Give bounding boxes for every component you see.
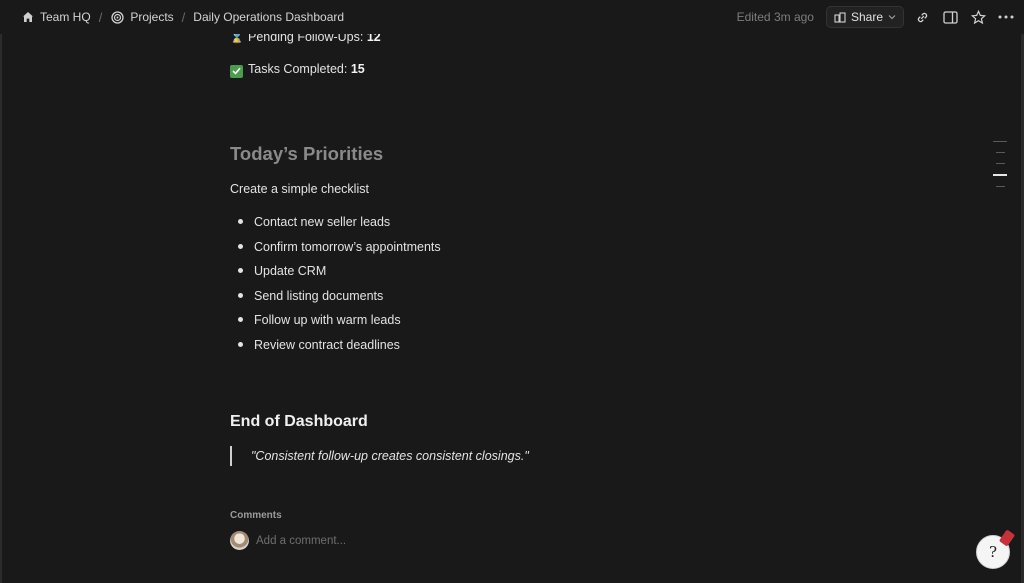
end-heading: End of Dashboard bbox=[230, 413, 368, 430]
breadcrumb-item-team-hq[interactable]: Team HQ bbox=[16, 7, 95, 28]
breadcrumb-item-projects[interactable]: Projects bbox=[106, 7, 177, 28]
pencil-badge-icon bbox=[998, 529, 1016, 547]
top-bar-actions: Edited 3m ago Share bbox=[737, 6, 1024, 28]
breadcrumb-label: Projects bbox=[130, 10, 174, 24]
sidebar-panel-icon[interactable] bbox=[940, 7, 960, 27]
toc-tick-active[interactable] bbox=[993, 174, 1007, 176]
help-icon: ? bbox=[988, 543, 998, 561]
share-button[interactable]: Share bbox=[825, 6, 904, 28]
chevron-down-icon bbox=[888, 14, 896, 20]
priorities-intro: Create a simple checklist bbox=[230, 182, 369, 196]
list-item: Contact new seller leads bbox=[230, 213, 441, 238]
breadcrumb-label: Team HQ bbox=[40, 10, 91, 24]
breadcrumb-separator: / bbox=[181, 9, 186, 25]
comment-row: Add a comment... bbox=[230, 531, 346, 550]
share-icon bbox=[834, 11, 846, 23]
star-icon[interactable] bbox=[968, 7, 988, 27]
avatar bbox=[230, 531, 249, 550]
breadcrumb-label: Daily Operations Dashboard bbox=[193, 10, 345, 24]
toc-tick[interactable] bbox=[993, 141, 1007, 142]
list-item: Send listing documents bbox=[230, 287, 441, 312]
completed-label: Tasks Completed: bbox=[248, 62, 348, 76]
toc-tick[interactable] bbox=[996, 186, 1005, 187]
left-edge bbox=[0, 0, 2, 583]
link-icon[interactable] bbox=[912, 7, 932, 27]
check-mark-icon bbox=[230, 64, 243, 78]
top-bar: Team HQ / Projects / Daily Operations Da… bbox=[0, 0, 1024, 34]
comment-input[interactable]: Add a comment... bbox=[256, 535, 346, 547]
target-icon bbox=[110, 10, 125, 25]
toc-tick[interactable] bbox=[996, 163, 1005, 164]
completed-value: 15 bbox=[350, 62, 365, 76]
tasks-completed-line: Tasks Completed: 15 bbox=[230, 62, 365, 78]
share-label: Share bbox=[850, 10, 883, 24]
priorities-heading: Today’s Priorities bbox=[230, 143, 384, 164]
breadcrumb-separator: / bbox=[98, 9, 103, 25]
priorities-list: Contact new seller leads Confirm tomorro… bbox=[230, 213, 441, 360]
list-item: Confirm tomorrow’s appointments bbox=[230, 238, 441, 263]
home-icon bbox=[20, 10, 35, 25]
help-button[interactable]: ? bbox=[976, 529, 1016, 569]
comments-label: Comments bbox=[230, 510, 282, 521]
list-item: Follow up with warm leads bbox=[230, 311, 441, 336]
toc-tick[interactable] bbox=[996, 152, 1005, 153]
app-window: Team HQ / Projects / Daily Operations Da… bbox=[0, 0, 1024, 583]
edited-timestamp: Edited 3m ago bbox=[736, 10, 814, 24]
breadcrumb: Team HQ / Projects / Daily Operations Da… bbox=[0, 7, 348, 28]
quote-block: "Consistent follow-up creates consistent… bbox=[230, 446, 529, 466]
list-item: Review contract deadlines bbox=[230, 336, 441, 361]
breadcrumb-item-current-page[interactable]: Daily Operations Dashboard bbox=[189, 7, 348, 27]
table-of-contents-minimap[interactable] bbox=[993, 141, 1007, 197]
list-item: Update CRM bbox=[230, 262, 441, 287]
more-options-icon[interactable] bbox=[996, 7, 1016, 27]
